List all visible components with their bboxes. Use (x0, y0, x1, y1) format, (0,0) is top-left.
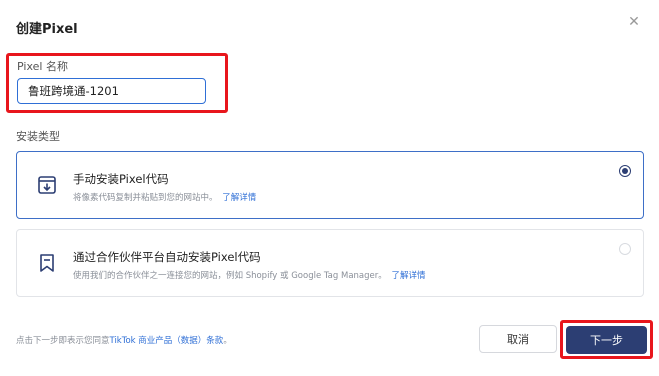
terms-notice: 点击下一步即表示您同意TikTok 商业产品（数据）条款。 (16, 334, 232, 346)
install-type-label: 安装类型 (16, 130, 60, 143)
option-description: 将像素代码复制并粘贴到您的网站中。 了解详情 (73, 191, 256, 203)
create-pixel-dialog: 创建Pixel ✕ Pixel 名称 安装类型 手动安装Pixel代码 将像素代… (0, 0, 659, 376)
next-button[interactable]: 下一步 (566, 326, 647, 354)
dialog-title: 创建Pixel (16, 22, 78, 37)
option-partner-install[interactable]: 通过合作伙伴平台自动安装Pixel代码 使用我们的合作伙伴之一连接您的网站，例如… (16, 229, 644, 297)
option-title: 手动安装Pixel代码 (73, 172, 169, 186)
learn-more-link[interactable]: 了解详情 (391, 271, 425, 281)
pixel-name-input[interactable] (17, 78, 206, 104)
cancel-button[interactable]: 取消 (479, 325, 557, 353)
option-description-text: 将像素代码复制并粘贴到您的网站中。 (73, 193, 218, 203)
close-icon[interactable]: ✕ (625, 13, 643, 31)
learn-more-link[interactable]: 了解详情 (222, 193, 256, 203)
terms-link[interactable]: TikTok 商业产品（数据）条款 (110, 336, 224, 346)
radio-selected[interactable] (619, 165, 631, 177)
option-description-text: 使用我们的合作伙伴之一连接您的网站，例如 Shopify 或 Google Ta… (73, 271, 387, 281)
option-manual-install[interactable]: 手动安装Pixel代码 将像素代码复制并粘贴到您的网站中。 了解详情 (16, 151, 644, 219)
radio-unselected[interactable] (619, 243, 631, 255)
terms-prefix: 点击下一步即表示您同意 (16, 336, 110, 346)
bookmark-icon (40, 254, 54, 272)
download-box-icon (38, 176, 56, 194)
pixel-name-label: Pixel 名称 (17, 60, 68, 73)
option-title: 通过合作伙伴平台自动安装Pixel代码 (73, 250, 261, 264)
terms-suffix: 。 (223, 336, 232, 346)
option-description: 使用我们的合作伙伴之一连接您的网站，例如 Shopify 或 Google Ta… (73, 269, 425, 281)
